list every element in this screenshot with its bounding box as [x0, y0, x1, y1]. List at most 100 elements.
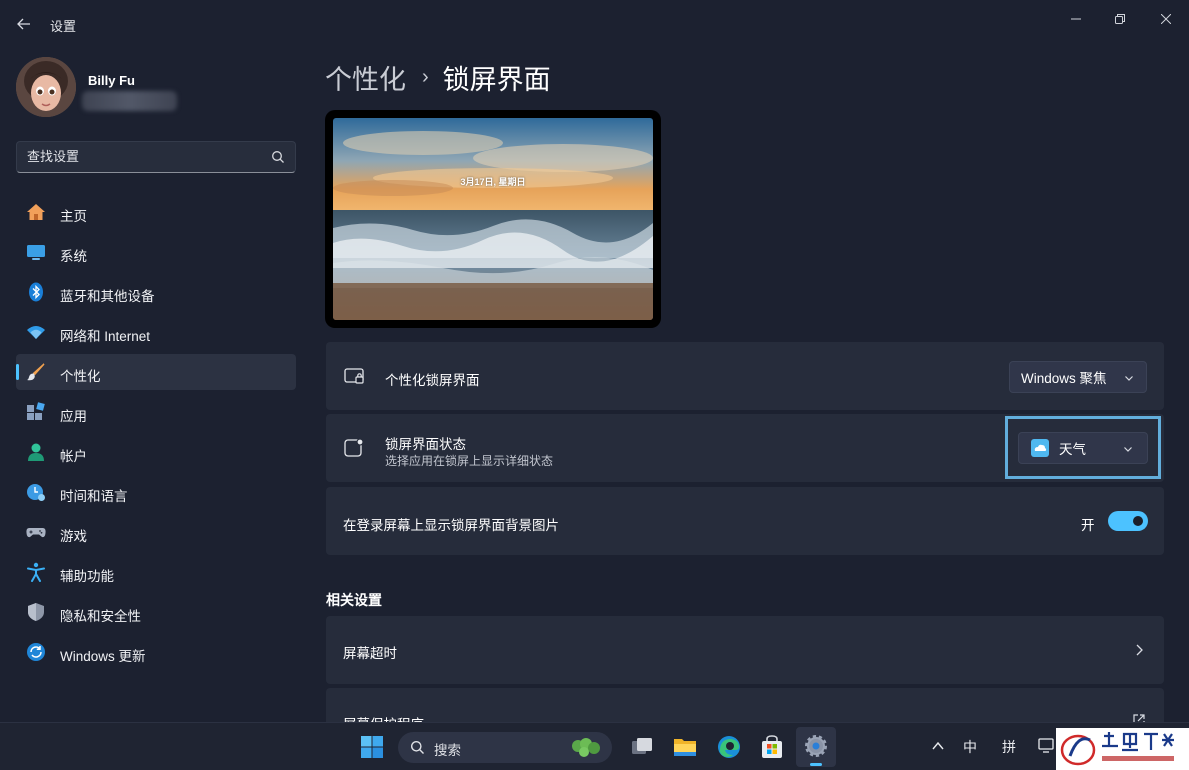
apps-icon [27, 402, 45, 420]
search-icon[interactable] [271, 150, 285, 164]
search-box[interactable] [16, 141, 296, 173]
back-arrow-icon [17, 18, 30, 30]
close-button[interactable] [1143, 4, 1189, 34]
gaming-icon [26, 528, 46, 538]
sidebar-item-home[interactable]: 主页 [16, 194, 296, 230]
taskbar-search[interactable]: 搜索 [398, 732, 612, 763]
sidebar-item-apps[interactable]: 应用 [16, 394, 296, 430]
accessibility-icon [27, 562, 45, 582]
related-item-screen-timeout[interactable]: 屏幕超时 [326, 616, 1164, 684]
sidebar-item-accounts[interactable]: 帐户 [16, 434, 296, 470]
lockscreen-source-dropdown[interactable]: Windows 聚焦 [1009, 361, 1147, 393]
minimize-button[interactable] [1053, 4, 1099, 34]
toggle-state-label: 开 [1081, 518, 1095, 533]
ime-language-indicator[interactable]: 中 [963, 737, 977, 757]
taskbar-search-label: 搜索 [434, 743, 461, 758]
lockscreen-preview: 3月17日, 星期日 [325, 110, 661, 328]
avatar[interactable] [16, 57, 76, 117]
sidebar-item-label: 帐户 [60, 449, 87, 464]
sidebar-item-label: 个性化 [60, 369, 101, 384]
time-language-icon [27, 484, 45, 501]
external-link-icon [1133, 714, 1145, 722]
personalization-brush-icon [27, 363, 45, 381]
title-bar: 设置 [0, 0, 1189, 46]
microsoft-store-icon[interactable] [758, 733, 786, 761]
chevron-right-icon [1136, 644, 1143, 656]
edge-browser-icon[interactable] [715, 733, 743, 761]
setting-card-signin-background[interactable]: 在登录屏幕上显示锁屏界面背景图片 [326, 487, 1164, 555]
home-icon [27, 204, 45, 220]
preview-date-text: 3月17日, 星期日 [460, 177, 526, 187]
section-title-related: 相关设置 [326, 592, 382, 608]
sidebar-item-time-language[interactable]: 时间和语言 [16, 474, 296, 510]
related-item-label: 屏幕保护程序 [343, 713, 424, 722]
minimize-icon [1071, 18, 1081, 20]
sidebar-item-privacy[interactable]: 隐私和安全性 [16, 594, 296, 630]
setting-card-lockscreen[interactable]: 个性化锁屏界面 Windows 聚焦 [326, 342, 1164, 410]
sidebar-item-label: 隐私和安全性 [60, 609, 141, 624]
system-icon [27, 245, 45, 260]
setting-subtitle: 选择应用在锁屏上显示详细状态 [385, 454, 554, 468]
display-monitor-icon[interactable] [1038, 737, 1056, 755]
highlight-annotation-box [1005, 416, 1161, 479]
breadcrumb-separator: › [422, 66, 429, 88]
show-hidden-icons-chevron-icon[interactable] [932, 741, 944, 751]
account-icon [28, 443, 44, 461]
user-name: Billy Fu [88, 73, 135, 88]
bluetooth-icon [29, 282, 43, 302]
wifi-icon [27, 326, 45, 339]
windows-start-icon[interactable] [358, 733, 386, 761]
windows-update-icon [27, 643, 45, 661]
taskbar-settings-active[interactable] [796, 727, 836, 767]
breadcrumb-parent[interactable]: 个性化 [325, 58, 406, 97]
sidebar-item-label: 网络和 Internet [60, 329, 151, 344]
sidebar-item-label: Windows 更新 [60, 649, 146, 664]
file-explorer-icon[interactable] [671, 733, 699, 761]
sidebar-item-label: 蓝牙和其他设备 [60, 289, 155, 304]
clover-search-highlight-icon [572, 738, 600, 757]
sidebar-item-bluetooth[interactable]: 蓝牙和其他设备 [16, 274, 296, 310]
setting-title: 在登录屏幕上显示锁屏界面背景图片 [343, 518, 559, 533]
setting-title: 个性化锁屏界面 [385, 373, 480, 388]
sidebar-item-label: 时间和语言 [60, 489, 128, 504]
related-item-label: 屏幕超时 [343, 646, 397, 661]
settings-gear-icon [805, 735, 827, 757]
sidebar-item-accessibility[interactable]: 辅助功能 [16, 554, 296, 590]
signin-background-toggle[interactable] [1108, 511, 1148, 531]
sidebar-item-label: 主页 [60, 209, 87, 224]
sidebar-item-personalization[interactable]: 个性化 [16, 354, 296, 390]
toggle-knob [1133, 516, 1143, 526]
related-item-screensaver[interactable]: 屏幕保护程序 [326, 688, 1164, 722]
sidebar-item-windows-update[interactable]: Windows 更新 [16, 634, 296, 670]
sidebar-item-system[interactable]: 系统 [16, 234, 296, 270]
task-view-icon[interactable] [628, 733, 656, 761]
restore-button[interactable] [1097, 4, 1143, 34]
active-app-indicator [810, 763, 822, 766]
sidebar-item-label: 应用 [60, 409, 87, 424]
sidebar-nav: 主页 系统 蓝牙和其他设备 网络和 Internet 个性化 应用 帐户 时间和… [16, 194, 296, 674]
chevron-down-icon [1125, 376, 1133, 381]
lockscreen-image-icon [344, 368, 364, 384]
site-watermark-logo [1056, 728, 1189, 770]
sidebar-item-label: 辅助功能 [60, 569, 114, 584]
sidebar-item-network[interactable]: 网络和 Internet [16, 314, 296, 350]
search-icon [411, 741, 424, 754]
setting-title: 锁屏界面状态 [385, 437, 466, 452]
privacy-shield-icon [28, 603, 44, 621]
lockscreen-preview-image: 3月17日, 星期日 [333, 118, 653, 320]
page-title: 锁屏界面 [442, 65, 551, 95]
sidebar-item-label: 系统 [60, 249, 87, 264]
app-title: 设置 [50, 19, 77, 34]
sidebar-item-gaming[interactable]: 游戏 [16, 514, 296, 550]
user-email-blurred [82, 91, 177, 111]
dropdown-value: Windows 聚焦 [1021, 371, 1107, 386]
search-input[interactable] [27, 149, 267, 164]
restore-icon [1115, 14, 1125, 24]
lockscreen-status-icon [344, 438, 364, 457]
sidebar-item-label: 游戏 [60, 529, 87, 544]
breadcrumb: 个性化 › 锁屏界面 [325, 58, 551, 97]
ime-mode-indicator[interactable]: 拼 [1002, 737, 1016, 757]
taskbar: 搜索 中 拼 [0, 722, 1189, 770]
close-icon [1161, 14, 1171, 24]
back-button[interactable] [10, 10, 38, 38]
